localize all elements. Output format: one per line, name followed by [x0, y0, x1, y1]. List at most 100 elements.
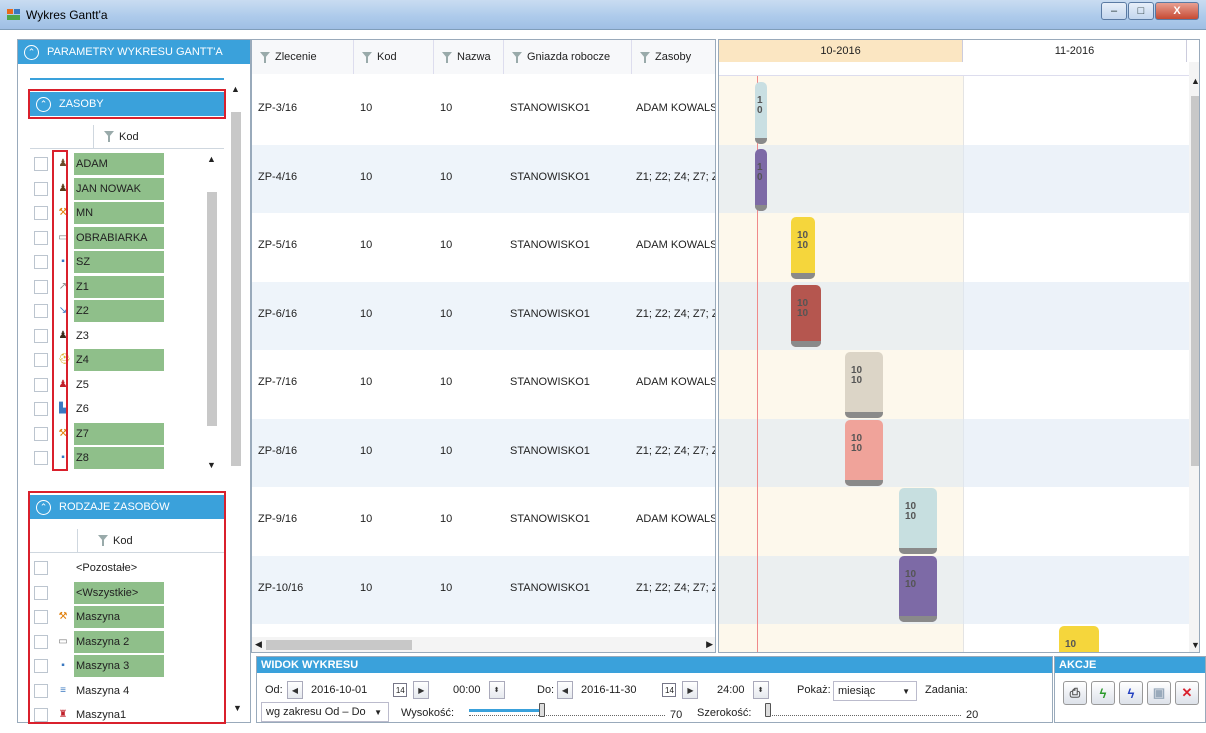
calendar-icon[interactable]: 14: [662, 683, 677, 697]
table-row[interactable]: ZP-3/16 10 10 STANOWISKO1 ADAM KOWALS: [252, 76, 715, 144]
collapse-icon[interactable]: ⌃: [36, 96, 51, 112]
gantt-scrollbar[interactable]: ▲ ▼: [1189, 62, 1199, 652]
row-checkbox[interactable]: [34, 377, 48, 392]
kod-column-header[interactable]: Kod: [98, 535, 133, 547]
table-row[interactable]: ZP-10/16 10 10 STANOWISKO1 Z1; Z2; Z4; Z7; Z: [252, 555, 715, 624]
list-item[interactable]: ▭ Maszyna 2: [30, 630, 164, 654]
list-item[interactable]: ⚒ MN: [30, 201, 164, 225]
scroll-down-icon[interactable]: ▼: [1191, 640, 1199, 650]
kod-column-header[interactable]: Kod: [104, 131, 139, 143]
filter-icon[interactable]: [98, 535, 108, 546]
scroll-up-icon[interactable]: ▲: [207, 154, 216, 164]
time-spinner[interactable]: ⬍: [488, 681, 505, 699]
list-item[interactable]: <Wszystkie>: [30, 581, 164, 605]
height-slider-knob[interactable]: [538, 703, 545, 717]
row-checkbox[interactable]: [34, 610, 48, 624]
row-checkbox[interactable]: [34, 304, 48, 318]
row-checkbox[interactable]: [34, 659, 48, 673]
list-item[interactable]: ▙ Z6: [30, 397, 164, 421]
scroll-down-icon[interactable]: ▼: [233, 703, 242, 713]
list-item[interactable]: ▭ OBRABIARKA: [30, 226, 164, 250]
row-checkbox[interactable]: [34, 181, 48, 196]
apply-button[interactable]: ϟ: [1119, 681, 1143, 705]
column-nazwa[interactable]: Nazwa: [434, 40, 504, 74]
table-row[interactable]: ZP-4/16 10 10 STANOWISKO1 Z1; Z2; Z4; Z7; Z: [252, 144, 715, 213]
calendar-icon[interactable]: 14: [393, 683, 408, 697]
gantt-bar[interactable]: 10 10: [791, 217, 815, 279]
od-next-button[interactable]: ▶: [413, 681, 430, 699]
width-slider[interactable]: [765, 703, 961, 717]
do-next-button[interactable]: ▶: [682, 681, 699, 699]
gantt-bar[interactable]: 10 10: [845, 420, 883, 486]
column-zlecenie[interactable]: Zlecenie: [252, 40, 354, 74]
save-button[interactable]: ▣: [1147, 681, 1171, 705]
row-checkbox[interactable]: [34, 255, 48, 269]
table-row[interactable]: ZP-8/16 10 10 STANOWISKO1 Z1; Z2; Z4; Z7; Z: [252, 418, 715, 487]
list-item[interactable]: ▪ SZ: [30, 250, 164, 274]
params-scrollbar[interactable]: ▲: [230, 82, 242, 468]
time-spinner[interactable]: ⬍: [752, 681, 769, 699]
list-item[interactable]: ⛑ Z4: [30, 348, 164, 372]
refresh-button[interactable]: ϟ: [1091, 681, 1115, 705]
width-slider-knob[interactable]: [765, 703, 771, 717]
zasoby-scrollbar[interactable]: ▲ ▼: [206, 152, 218, 472]
scroll-up-icon[interactable]: ▲: [1191, 76, 1199, 86]
filter-icon[interactable]: [512, 51, 522, 63]
list-item[interactable]: ▪ Z8: [30, 446, 164, 470]
filter-icon[interactable]: [362, 51, 372, 63]
table-row[interactable]: ZP-7/16 10 10 STANOWISKO1 ADAM KOWALS: [252, 350, 715, 418]
column-gniazda[interactable]: Gniazda robocze: [504, 40, 632, 74]
row-checkbox[interactable]: [34, 402, 48, 416]
scroll-up-icon[interactable]: ▲: [231, 84, 240, 94]
gantt-bar[interactable]: 10: [755, 149, 767, 211]
do-time[interactable]: 24:00: [717, 684, 745, 696]
list-item[interactable]: <Pozostałe>: [30, 556, 164, 580]
height-slider[interactable]: [469, 703, 665, 717]
row-checkbox[interactable]: [34, 585, 48, 600]
gantt-bar[interactable]: 10 10: [899, 488, 937, 554]
table-row[interactable]: ZP-5/16 10 10 STANOWISKO1 ADAM KOWALS: [252, 213, 715, 281]
maximize-button[interactable]: □: [1128, 2, 1154, 20]
zasoby-header[interactable]: ⌃ ZASOBY: [30, 92, 224, 116]
gantt-bar[interactable]: 10: [755, 82, 767, 144]
close-button[interactable]: X: [1155, 2, 1199, 20]
scroll-down-icon[interactable]: ▼: [207, 460, 216, 470]
od-prev-button[interactable]: ◀: [287, 681, 303, 699]
row-checkbox[interactable]: [34, 157, 48, 171]
row-checkbox[interactable]: [34, 206, 48, 220]
do-date[interactable]: 2016-11-30: [581, 684, 636, 696]
row-checkbox[interactable]: [34, 634, 48, 649]
list-item[interactable]: ↘ Z2: [30, 299, 164, 323]
pokaz-select[interactable]: miesiąc ▼: [833, 681, 917, 701]
list-item[interactable]: ▪ Maszyna 3: [30, 654, 164, 678]
list-item[interactable]: ♟ Z5: [30, 373, 164, 397]
list-item[interactable]: ⚒ Maszyna: [30, 605, 164, 629]
list-item[interactable]: ♟ Z3: [30, 324, 164, 348]
column-kod[interactable]: Kod: [354, 40, 434, 74]
parameters-header[interactable]: ⌃ PARAMETRY WYKRESU GANTT'A: [18, 40, 250, 64]
range-mode-select[interactable]: wg zakresu Od – Do ▼: [261, 702, 389, 722]
row-checkbox[interactable]: [34, 708, 48, 722]
minimize-button[interactable]: –: [1101, 2, 1127, 20]
filter-icon[interactable]: [260, 51, 270, 63]
table-row[interactable]: ZP-6/16 10 10 STANOWISKO1 Z1; Z2; Z4; Z7; Z: [252, 281, 715, 350]
od-time[interactable]: 00:00: [453, 684, 481, 696]
column-zasoby[interactable]: Zasoby: [632, 40, 715, 74]
gantt-bar[interactable]: 10 10: [791, 285, 821, 347]
filter-icon[interactable]: [442, 51, 452, 63]
list-item[interactable]: ⚒ Z7: [30, 422, 164, 446]
table-hscrollbar[interactable]: ◀ ▶: [252, 637, 715, 652]
row-checkbox[interactable]: [34, 451, 48, 465]
scroll-right-icon[interactable]: ▶: [706, 639, 713, 650]
row-checkbox[interactable]: [34, 426, 48, 441]
list-item[interactable]: ♟ JAN NOWAK: [30, 177, 164, 201]
list-item[interactable]: ♜ Maszyna1: [30, 703, 164, 727]
collapse-icon[interactable]: ⌃: [36, 499, 51, 515]
row-checkbox[interactable]: [34, 279, 48, 294]
od-date[interactable]: 2016-10-01: [311, 684, 367, 696]
row-checkbox[interactable]: [34, 328, 48, 343]
do-prev-button[interactable]: ◀: [557, 681, 573, 699]
row-checkbox[interactable]: [34, 561, 48, 575]
gantt-bar[interactable]: 10 10: [899, 556, 937, 622]
gantt-bar[interactable]: 10: [1059, 626, 1099, 652]
